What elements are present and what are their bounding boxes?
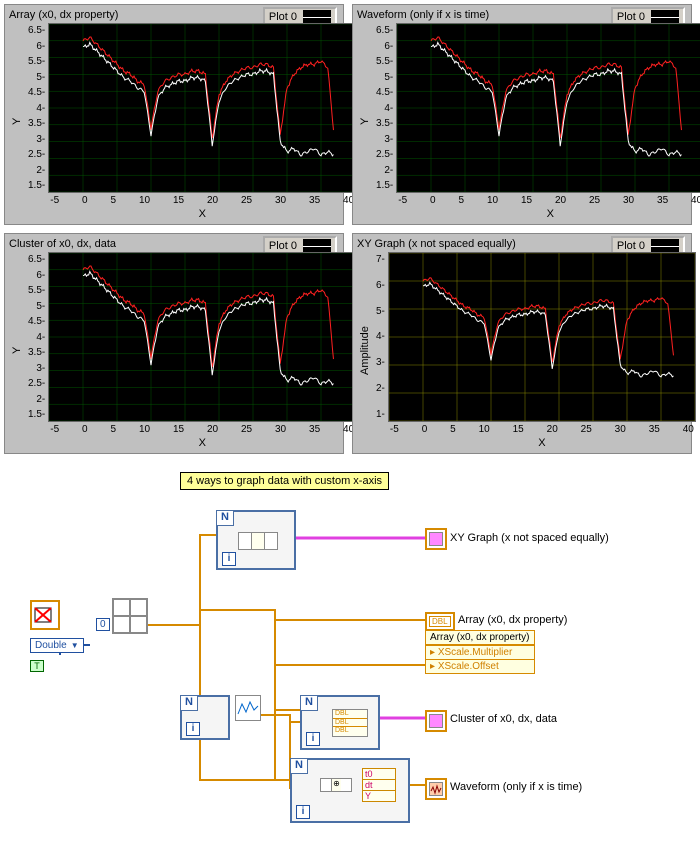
y-axis-label: Y bbox=[357, 23, 373, 220]
read-file-node[interactable] bbox=[30, 600, 60, 630]
chart-panel-0: Array (x0, dx property) Plot 0 Y 6.5-6-5… bbox=[4, 4, 344, 225]
build-waveform-y: Y bbox=[363, 791, 395, 801]
legend-label: Plot 0 bbox=[617, 240, 645, 252]
build-waveform-t0: t0 bbox=[363, 769, 395, 780]
plot-area[interactable] bbox=[48, 23, 356, 193]
signal-processing-node[interactable] bbox=[235, 695, 261, 721]
x-ticks: -50510152025303540 bbox=[396, 195, 700, 206]
block-diagram: 4 ways to graph data with custom x-axis bbox=[0, 458, 700, 840]
for-loop-waveform[interactable]: N i ⊕ t0 dt Y bbox=[290, 758, 410, 823]
plot-area[interactable] bbox=[396, 23, 700, 193]
legend-label: Plot 0 bbox=[269, 11, 297, 23]
index-array-node[interactable] bbox=[112, 598, 148, 634]
cluster-label: Cluster of x0, dx, data bbox=[450, 713, 557, 725]
i-terminal-icon: i bbox=[186, 722, 200, 736]
legend-swatch-icon bbox=[303, 239, 331, 253]
legend-swatch-icon bbox=[651, 10, 679, 24]
chart-panel-3: XY Graph (x not spaced equally) Plot 0 A… bbox=[352, 233, 692, 454]
n-terminal-icon: N bbox=[290, 758, 308, 774]
xy-graph-label: XY Graph (x not spaced equally) bbox=[450, 532, 609, 544]
legend-swatch-icon bbox=[651, 239, 679, 253]
array-terminal[interactable]: DBL bbox=[425, 612, 455, 631]
property-node[interactable]: Array (x0, dx property) ▸ XScale.Multipl… bbox=[425, 630, 535, 674]
waveform-terminal[interactable] bbox=[425, 778, 447, 800]
y-axis-label: Y bbox=[9, 23, 25, 220]
chart-panel-1: Waveform (only if x is time) Plot 0 Y 6.… bbox=[352, 4, 692, 225]
waveform-icon bbox=[429, 782, 443, 796]
boolean-true-constant[interactable]: T bbox=[30, 660, 44, 672]
x-axis-label: X bbox=[48, 437, 356, 449]
legend-label: Plot 0 bbox=[269, 240, 297, 252]
y-ticks: 6.5-6-5.5-5-4.5-4-3.5-3-2.5-2-1.5- bbox=[25, 252, 48, 422]
xy-graph-terminal[interactable] bbox=[425, 528, 447, 550]
property-node-header: Array (x0, dx property) bbox=[426, 631, 534, 645]
for-loop-xy[interactable]: N i bbox=[216, 510, 296, 570]
legend-swatch-icon bbox=[303, 10, 331, 24]
cluster-terminal[interactable] bbox=[425, 710, 447, 732]
x-axis-label: X bbox=[388, 437, 696, 449]
y-axis-label: Amplitude bbox=[357, 252, 373, 449]
y-ticks: 6.5-6-5.5-5-4.5-4-3.5-3-2.5-2-1.5- bbox=[373, 23, 396, 193]
chart-panel-2: Cluster of x0, dx, data Plot 0 Y 6.5-6-5… bbox=[4, 233, 344, 454]
i-terminal-icon: i bbox=[306, 732, 320, 746]
x-ticks: -50510152025303540 bbox=[388, 424, 696, 435]
i-terminal-icon: i bbox=[222, 552, 236, 566]
diagram-title: 4 ways to graph data with custom x-axis bbox=[180, 472, 389, 490]
y-ticks: 7-6-5-4-3-2-1- bbox=[373, 252, 388, 422]
n-terminal-icon: N bbox=[216, 510, 234, 526]
datatype-selector[interactable]: Double bbox=[30, 638, 84, 653]
dbl-type-icon: DBL bbox=[429, 616, 451, 627]
n-terminal-icon: N bbox=[180, 695, 198, 711]
y-ticks: 6.5-6-5.5-5-4.5-4-3.5-3-2.5-2-1.5- bbox=[25, 23, 48, 193]
diagram-canvas[interactable]: Double T 0 N i XY Graph (x not spaced eq… bbox=[30, 500, 670, 830]
xy-graph-icon bbox=[429, 532, 443, 546]
property-xscale-offset[interactable]: ▸ XScale.Offset bbox=[426, 659, 534, 673]
zero-constant[interactable]: 0 bbox=[96, 618, 110, 631]
array-label: Array (x0, dx property) bbox=[458, 614, 567, 626]
x-ticks: -50510152025303540 bbox=[48, 195, 356, 206]
plot-area[interactable] bbox=[48, 252, 356, 422]
for-loop-cluster[interactable]: N i DBL DBL DBL bbox=[300, 695, 380, 750]
y-axis-label: Y bbox=[9, 252, 25, 449]
x-axis-label: X bbox=[48, 208, 356, 220]
x-ticks: -50510152025303540 bbox=[48, 424, 356, 435]
chart-grid: Array (x0, dx property) Plot 0 Y 6.5-6-5… bbox=[0, 0, 700, 458]
i-terminal-icon: i bbox=[296, 805, 310, 819]
build-waveform-dt: dt bbox=[363, 780, 395, 791]
legend-label: Plot 0 bbox=[617, 11, 645, 23]
n-terminal-icon: N bbox=[300, 695, 318, 711]
plot-area[interactable] bbox=[388, 252, 696, 422]
property-xscale-multiplier[interactable]: ▸ XScale.Multiplier bbox=[426, 645, 534, 659]
cluster-icon bbox=[429, 714, 443, 728]
waveform-label: Waveform (only if x is time) bbox=[450, 781, 582, 793]
for-loop-signal[interactable]: N i bbox=[180, 695, 230, 740]
x-axis-label: X bbox=[396, 208, 700, 220]
